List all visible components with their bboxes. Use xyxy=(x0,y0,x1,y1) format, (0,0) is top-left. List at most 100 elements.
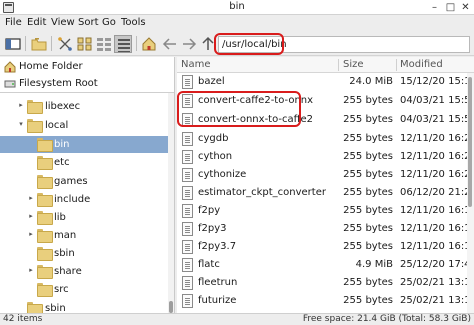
expand-arrow-icon[interactable]: ▸ xyxy=(27,230,35,238)
folder-icon xyxy=(27,100,43,114)
folder-icon xyxy=(37,193,53,207)
title-bar[interactable]: bin – □ ✕ xyxy=(0,0,474,15)
file-row[interactable]: cython 255 bytes 12/11/20 16:22 xyxy=(177,148,474,166)
thumbnail-view-icon[interactable] xyxy=(76,35,94,53)
file-row[interactable]: flatc 4.9 MiB 25/12/20 17:42 xyxy=(177,256,474,274)
file-row[interactable]: cythonize 255 bytes 12/11/20 16:22 xyxy=(177,166,474,184)
tree-label: man xyxy=(54,230,77,241)
icon-view-icon[interactable] xyxy=(56,35,74,53)
column-name[interactable]: Name xyxy=(181,59,211,70)
file-modified: 12/11/20 16:17 xyxy=(400,241,474,252)
file-modified: 06/12/20 21:20 xyxy=(400,187,474,198)
file-modified: 04/03/21 15:56 xyxy=(400,114,474,125)
file-icon xyxy=(182,168,193,182)
tree-item-share[interactable]: ▸ share xyxy=(0,263,170,280)
file-list: Name Size Modified bazel 24.0 MiB 15/12/… xyxy=(177,57,474,313)
status-bar: 42 items Free space: 21.4 GiB (Total: 58… xyxy=(0,313,474,325)
file-name: f2py xyxy=(198,205,221,216)
file-icon xyxy=(182,75,193,89)
annotation-circle xyxy=(177,91,301,127)
menu-tools[interactable]: Tools xyxy=(121,17,146,28)
file-modified: 12/11/20 16:22 xyxy=(400,169,474,180)
tree-item-src[interactable]: src xyxy=(0,281,170,298)
expand-arrow-icon[interactable]: ▸ xyxy=(17,101,25,109)
scrollbar-thumb[interactable] xyxy=(169,301,173,313)
annotation-circle xyxy=(214,33,284,55)
menu-file[interactable]: File xyxy=(5,17,22,28)
list-view-icon[interactable] xyxy=(114,35,132,53)
menu-view[interactable]: View xyxy=(51,17,75,28)
back-icon[interactable] xyxy=(161,35,179,53)
file-name: cygdb xyxy=(198,133,229,144)
file-icon xyxy=(182,276,193,290)
column-separator[interactable] xyxy=(396,59,397,71)
column-separator[interactable] xyxy=(338,59,339,71)
home-icon[interactable] xyxy=(140,35,158,53)
file-icon xyxy=(182,294,193,308)
panel-icon[interactable] xyxy=(4,35,22,53)
free-space: Free space: 21.4 GiB (Total: 58.3 GiB) xyxy=(302,314,471,324)
maximize-button[interactable]: □ xyxy=(444,1,457,14)
file-row[interactable]: f2py3.7 255 bytes 12/11/20 16:17 xyxy=(177,238,474,256)
file-size: 255 bytes xyxy=(343,114,393,125)
file-modified: 25/12/20 17:42 xyxy=(400,259,474,270)
folder-icon xyxy=(27,119,43,133)
file-row[interactable]: estimator_ckpt_converter 255 bytes 06/12… xyxy=(177,184,474,202)
side-pane: Home Folder Filesystem Root ▸ libexec ▾ … xyxy=(0,57,175,313)
file-manager-window: bin – □ ✕ File Edit View Sort Go Tools /… xyxy=(0,0,474,325)
menu-go[interactable]: Go xyxy=(102,17,116,28)
file-row[interactable]: futurize 255 bytes 25/02/21 13:19 xyxy=(177,292,474,310)
compact-view-icon[interactable] xyxy=(95,35,113,53)
item-count: 42 items xyxy=(3,314,43,324)
file-row[interactable]: f2py 255 bytes 12/11/20 16:17 xyxy=(177,202,474,220)
drive-icon xyxy=(4,80,16,88)
file-size: 255 bytes xyxy=(343,295,393,306)
file-name: f2py3.7 xyxy=(198,241,237,252)
column-size[interactable]: Size xyxy=(343,59,364,70)
expand-arrow-icon[interactable]: ▸ xyxy=(27,266,35,274)
tree-item-sbin[interactable]: sbin xyxy=(0,245,170,262)
collapse-arrow-icon[interactable]: ▾ xyxy=(17,120,25,128)
expand-arrow-icon[interactable]: ▸ xyxy=(27,212,35,220)
tree-item-local[interactable]: ▾ local xyxy=(0,117,170,134)
tree-label: bin xyxy=(54,139,70,150)
folder-icon xyxy=(37,265,53,279)
column-modified[interactable]: Modified xyxy=(400,59,443,70)
folder-icon xyxy=(37,283,53,297)
tree-item-man[interactable]: ▸ man xyxy=(0,227,170,244)
close-button[interactable]: ✕ xyxy=(459,1,472,14)
new-folder-icon[interactable] xyxy=(30,35,48,53)
side-pane-scrollbar[interactable] xyxy=(168,93,174,313)
file-size: 255 bytes xyxy=(343,95,393,106)
tree-item-games[interactable]: games xyxy=(0,173,170,190)
file-row[interactable]: bazel 24.0 MiB 15/12/20 15:10 xyxy=(177,73,474,91)
file-name: cythonize xyxy=(198,169,247,180)
file-size: 255 bytes xyxy=(343,133,393,144)
menu-sort[interactable]: Sort xyxy=(78,17,99,28)
column-header: Name Size Modified xyxy=(177,57,474,73)
file-name: futurize xyxy=(198,295,237,306)
expand-arrow-icon[interactable]: ▸ xyxy=(27,194,35,202)
tree-label: games xyxy=(54,176,88,187)
minimize-button[interactable]: – xyxy=(428,1,441,14)
folder-icon xyxy=(37,138,53,152)
file-row[interactable]: f2py3 255 bytes 12/11/20 16:17 xyxy=(177,220,474,238)
tree-item-include[interactable]: ▸ include xyxy=(0,191,170,208)
home-icon xyxy=(4,61,16,73)
tree-item-lib[interactable]: ▸ lib xyxy=(0,209,170,226)
tree-item-etc[interactable]: etc xyxy=(0,154,170,171)
file-size: 255 bytes xyxy=(343,169,393,180)
file-size: 4.9 MiB xyxy=(355,259,393,270)
file-name: f2py3 xyxy=(198,223,227,234)
file-row[interactable]: cygdb 255 bytes 12/11/20 16:22 xyxy=(177,130,474,148)
tree-item-sbin-root[interactable]: sbin xyxy=(0,300,170,313)
file-row[interactable]: fleetrun 255 bytes 25/02/21 13:19 xyxy=(177,274,474,292)
tree-item-libexec[interactable]: ▸ libexec xyxy=(0,98,170,115)
menu-edit[interactable]: Edit xyxy=(27,17,46,28)
file-size: 255 bytes xyxy=(343,205,393,216)
file-list-scrollbar[interactable] xyxy=(467,73,474,313)
tree-item-bin[interactable]: bin xyxy=(0,136,170,153)
forward-icon[interactable] xyxy=(180,35,198,53)
scrollbar-thumb[interactable] xyxy=(468,77,472,207)
file-modified: 25/02/21 13:19 xyxy=(400,277,474,288)
